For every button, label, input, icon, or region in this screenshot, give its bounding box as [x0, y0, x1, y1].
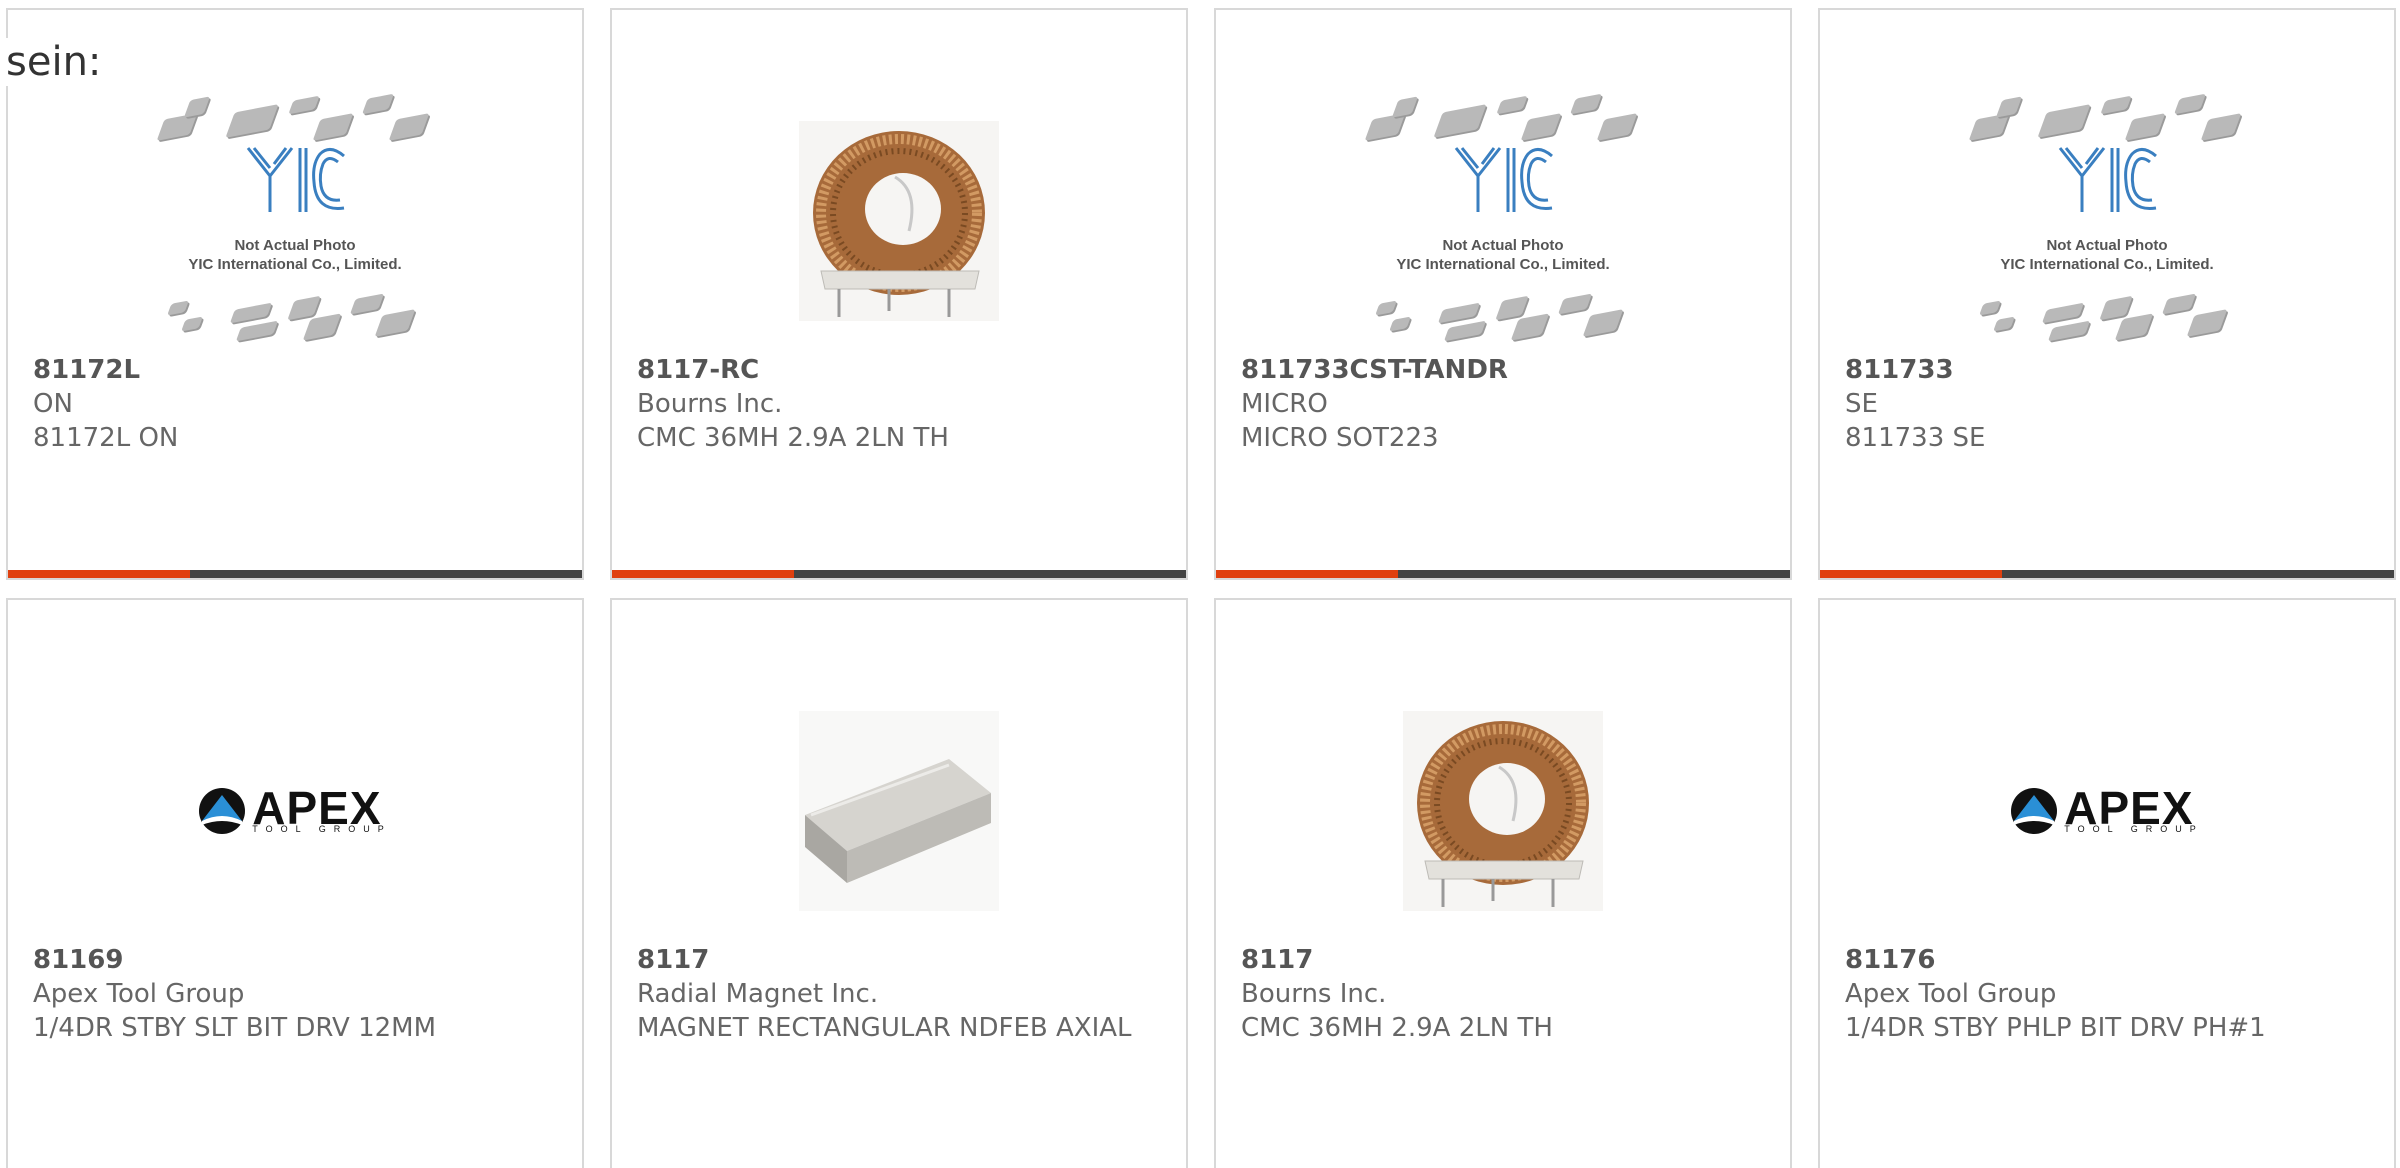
manufacturer: ON: [33, 389, 73, 419]
page-label: sein:: [6, 38, 110, 86]
yic-caption: Not Actual Photo YIC International Co., …: [1396, 237, 1610, 273]
apex-logo: APEX TOOL GROUP: [198, 785, 392, 835]
product-card[interactable]: 8117 Radial Magnet Inc. MAGNET RECTANGUL…: [610, 598, 1188, 1168]
yic-placeholder-image: Not Actual Photo YIC International Co., …: [1968, 90, 2244, 352]
description: CMC 36MH 2.9A 2LN TH: [1241, 1013, 1553, 1043]
part-number[interactable]: 8117-RC: [637, 353, 1166, 387]
manufacturer: Bourns Inc.: [1241, 979, 1387, 1009]
product-card[interactable]: APEX TOOL GROUP 81176 Apex Tool Group 1/…: [1818, 598, 2396, 1168]
description: MAGNET RECTANGULAR NDFEB AXIAL: [637, 1013, 1132, 1043]
part-number[interactable]: 81176: [1845, 943, 2374, 977]
manufacturer: MICRO: [1241, 389, 1328, 419]
description: 811733 SE: [1845, 423, 1986, 453]
product-image[interactable]: [762, 680, 1036, 942]
manufacturer: Bourns Inc.: [637, 389, 783, 419]
part-number[interactable]: 8117: [1241, 943, 1770, 977]
product-image[interactable]: Not Actual Photo YIC International Co., …: [1968, 90, 2244, 352]
product-card[interactable]: Not Actual Photo YIC International Co., …: [1818, 8, 2396, 580]
description: 1/4DR STBY PHLP BIT DRV PH#1: [1845, 1013, 2266, 1043]
product-card[interactable]: Not Actual Photo YIC International Co., …: [6, 8, 584, 580]
product-info: 8117 Radial Magnet Inc. MAGNET RECTANGUL…: [637, 943, 1166, 1045]
product-info: 811733CST-TANDR MICRO MICRO SOT223: [1241, 353, 1770, 455]
description: CMC 36MH 2.9A 2LN TH: [637, 423, 949, 453]
description: MICRO SOT223: [1241, 423, 1439, 453]
yic-caption: Not Actual Photo YIC International Co., …: [2000, 237, 2214, 273]
part-number[interactable]: 811733CST-TANDR: [1241, 353, 1770, 387]
toroid-choke-image: [1403, 711, 1603, 911]
chip-icons: [1968, 90, 2244, 150]
card-footer-bar: [8, 570, 582, 578]
description: 1/4DR STBY SLT BIT DRV 12MM: [33, 1013, 437, 1043]
product-info: 8117 Bourns Inc. CMC 36MH 2.9A 2LN TH: [1241, 943, 1770, 1045]
product-image[interactable]: [762, 90, 1036, 352]
rect-magnet-image: [799, 711, 999, 911]
product-image[interactable]: APEX TOOL GROUP: [1970, 680, 2244, 942]
yic-placeholder-image: Not Actual Photo YIC International Co., …: [1364, 90, 1640, 352]
chip-icons: [156, 90, 432, 150]
product-card[interactable]: Not Actual Photo YIC International Co., …: [1214, 8, 1792, 580]
yic-logo: [1970, 142, 2244, 224]
product-image[interactable]: Not Actual Photo YIC International Co., …: [156, 90, 432, 352]
product-card[interactable]: APEX TOOL GROUP 81169 Apex Tool Group 1/…: [6, 598, 584, 1168]
yic-caption: Not Actual Photo YIC International Co., …: [188, 237, 402, 273]
product-info: 811733 SE 811733 SE: [1845, 353, 2374, 455]
product-info: 8117-RC Bourns Inc. CMC 36MH 2.9A 2LN TH: [637, 353, 1166, 455]
part-number[interactable]: 81169: [33, 943, 562, 977]
manufacturer: Radial Magnet Inc.: [637, 979, 879, 1009]
apex-globe-icon: [199, 788, 246, 834]
chip-icons: [1364, 90, 1640, 150]
yic-placeholder-image: Not Actual Photo YIC International Co., …: [156, 90, 432, 352]
product-card[interactable]: 8117 Bourns Inc. CMC 36MH 2.9A 2LN TH: [1214, 598, 1792, 1168]
product-info: 81169 Apex Tool Group 1/4DR STBY SLT BIT…: [33, 943, 562, 1045]
manufacturer: SE: [1845, 389, 1878, 419]
product-image[interactable]: Not Actual Photo YIC International Co., …: [1364, 90, 1640, 352]
apex-globe-icon: [2011, 788, 2058, 834]
part-number[interactable]: 811733: [1845, 353, 2374, 387]
chip-icons: [1366, 290, 1640, 350]
manufacturer: Apex Tool Group: [1845, 979, 2057, 1009]
product-info: 81172L ON 81172L ON: [33, 353, 562, 455]
product-info: 81176 Apex Tool Group 1/4DR STBY PHLP BI…: [1845, 943, 2374, 1045]
chip-icons: [158, 290, 432, 350]
product-card[interactable]: 8117-RC Bourns Inc. CMC 36MH 2.9A 2LN TH: [610, 8, 1188, 580]
part-number[interactable]: 81172L: [33, 353, 562, 387]
apex-logo: APEX TOOL GROUP: [2010, 785, 2204, 835]
toroid-choke-image: [799, 121, 999, 321]
chip-icons: [1970, 290, 2244, 350]
product-image[interactable]: [1366, 680, 1640, 942]
card-footer-bar: [612, 570, 1186, 578]
card-footer-bar: [1216, 570, 1790, 578]
description: 81172L ON: [33, 423, 179, 453]
yic-logo: [158, 142, 432, 224]
manufacturer: Apex Tool Group: [33, 979, 245, 1009]
yic-logo: [1366, 142, 1640, 224]
card-footer-bar: [1820, 570, 2394, 578]
product-image[interactable]: APEX TOOL GROUP: [158, 680, 432, 942]
part-number[interactable]: 8117: [637, 943, 1166, 977]
